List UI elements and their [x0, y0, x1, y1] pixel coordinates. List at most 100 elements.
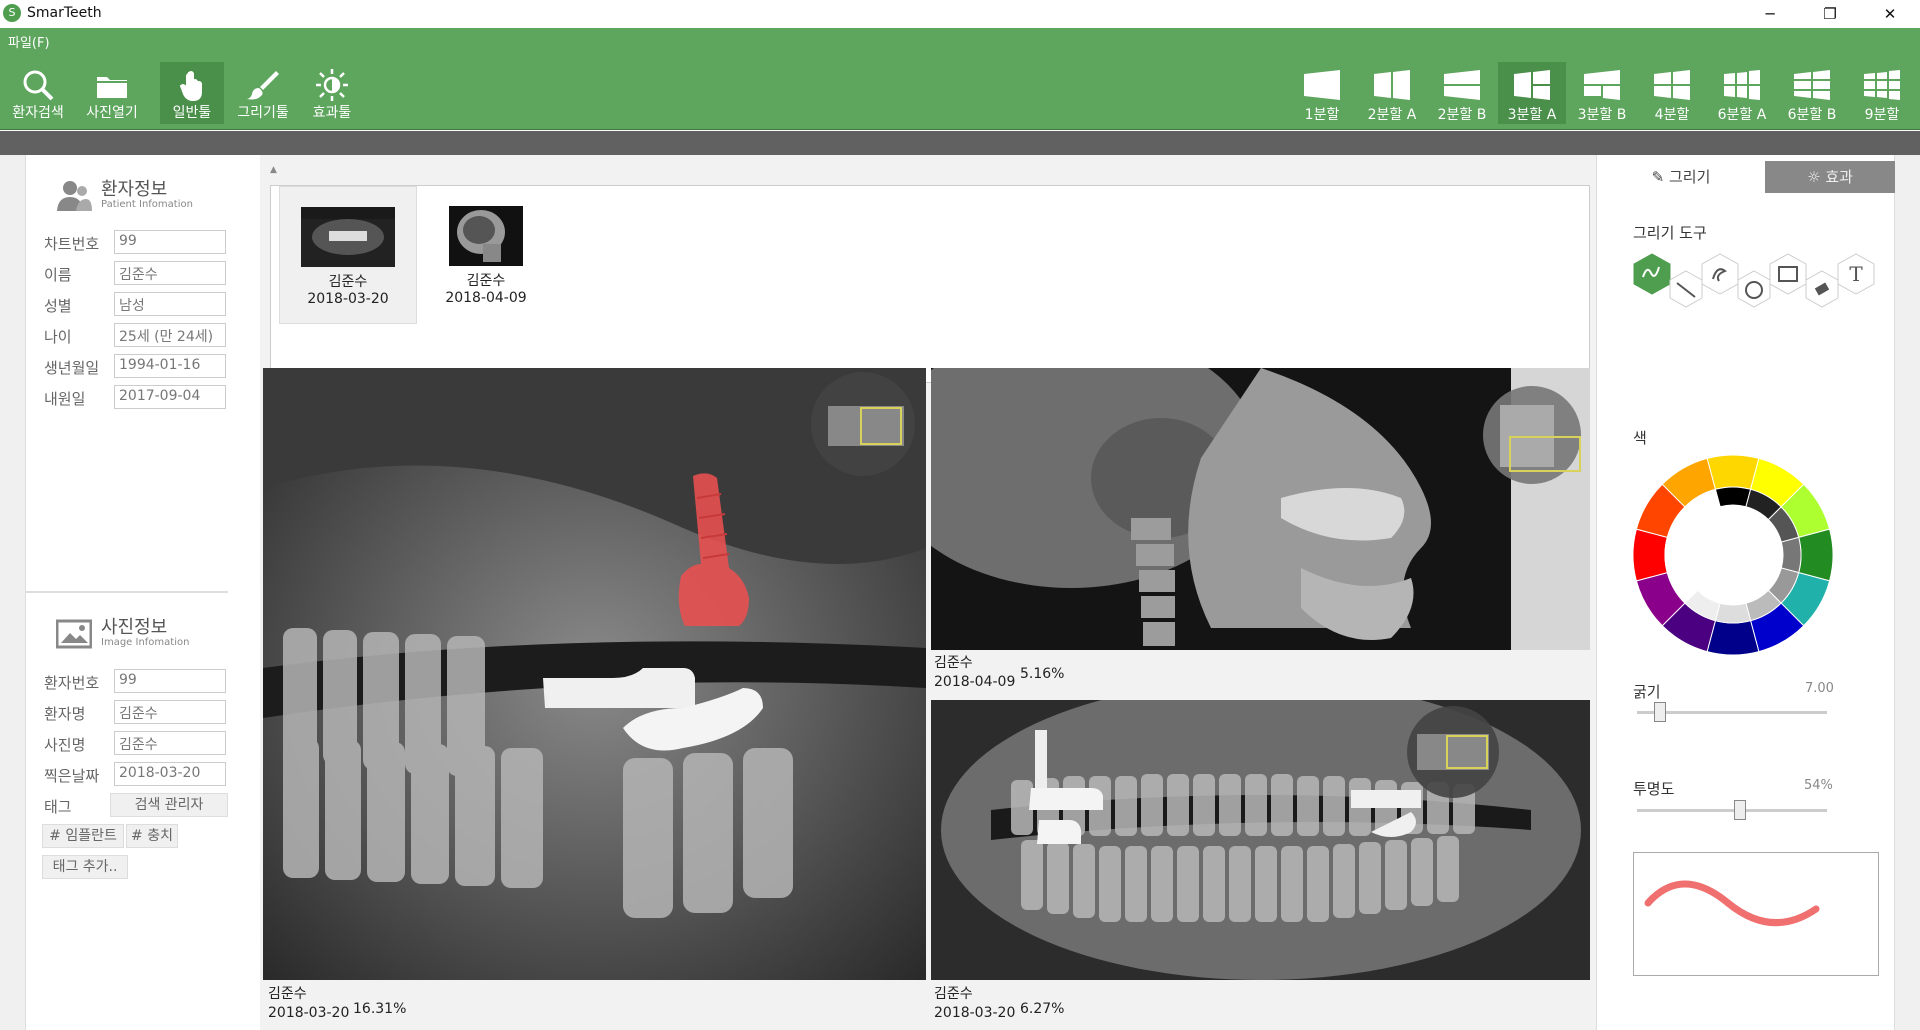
color-swatch[interactable] — [1633, 528, 1668, 582]
patient-number-row: 환자번호 99 — [44, 669, 244, 693]
thumbnail-item[interactable]: 김준수 2018-03-20 — [279, 186, 417, 324]
patient-info-header: 환자정보 Patient Infomation — [56, 175, 236, 219]
open-photo-button[interactable]: 사진열기 — [76, 62, 148, 124]
viewer-left-caption: 김준수 2018-03-20 — [268, 985, 349, 1023]
thumbnail-item[interactable]: 김준수 2018-04-09 — [417, 186, 555, 324]
tab-draw[interactable]: ✎ 그리기 — [1597, 161, 1765, 193]
open-photo-label: 사진열기 — [86, 105, 138, 121]
eraser-tool[interactable] — [1805, 270, 1839, 308]
tag-chip[interactable]: # 충치 — [126, 824, 178, 848]
rectangle-tool[interactable] — [1769, 253, 1807, 295]
tag-row: 태그 검색 관리자 — [44, 793, 244, 817]
image-info-header: 사진정보 Image Infomation — [56, 613, 236, 657]
patient-search-button[interactable]: 환자검색 — [4, 62, 72, 124]
birthdate-field[interactable]: 1994-01-16 — [114, 354, 226, 378]
age-row: 나이 25세 (만 24세) — [44, 323, 244, 347]
opacity-value: 54% — [1804, 778, 1833, 793]
split-9-button[interactable]: 9분할 — [1848, 62, 1916, 124]
age-label: 나이 — [44, 328, 72, 346]
image-viewer-bottom-right[interactable] — [931, 700, 1590, 980]
split-6a-button[interactable]: 6분할 A — [1708, 62, 1776, 124]
tag-manager-button[interactable]: 검색 관리자 — [110, 793, 228, 817]
color-swatch[interactable] — [1706, 620, 1760, 655]
photo-name-field[interactable]: 김준수 — [114, 731, 226, 755]
layout-2b-icon — [1444, 70, 1480, 100]
gray-swatch[interactable] — [1664, 536, 1686, 574]
split-6b-button[interactable]: 6분할 B — [1778, 62, 1846, 124]
app-logo-icon: S — [3, 4, 21, 22]
split-2b-button[interactable]: 2분할 B — [1428, 62, 1496, 124]
layout-6a-icon — [1724, 70, 1760, 100]
name-field[interactable]: 김준수 — [114, 261, 226, 285]
color-swatch[interactable] — [1706, 455, 1760, 490]
freehand-tool[interactable] — [1633, 253, 1671, 295]
menu-file[interactable]: 파일(F) — [8, 32, 50, 51]
split-3b-button[interactable]: 3분할 B — [1568, 62, 1636, 124]
tab-effect[interactable]: ☼ 효과 — [1765, 161, 1895, 193]
color-swatch[interactable] — [1798, 528, 1833, 582]
left-panel-pin-strip[interactable] — [0, 155, 26, 1030]
opacity-slider-thumb[interactable] — [1733, 800, 1746, 820]
split-1-label: 1분할 — [1304, 107, 1340, 123]
viewer-minimap-top-right[interactable] — [1482, 383, 1582, 487]
draw-tool-button[interactable]: 그리기툴 — [228, 62, 298, 124]
taken-date-field[interactable]: 2018-03-20 — [114, 762, 226, 786]
opacity-label: 투명도 — [1633, 780, 1675, 798]
text-tool[interactable]: T — [1837, 253, 1875, 295]
thickness-value: 7.00 — [1805, 681, 1834, 696]
split-3a-button[interactable]: 3분할 A — [1498, 62, 1566, 124]
gray-swatch[interactable] — [1780, 536, 1802, 574]
patient-info-subtitle: Patient Infomation — [101, 199, 193, 210]
image-info-subtitle: Image Infomation — [101, 637, 190, 648]
pin-icon[interactable]: ▲ — [270, 165, 277, 175]
workspace-header-bar — [0, 131, 1920, 155]
effect-tool-button[interactable]: 효과툴 — [302, 62, 362, 124]
split-2b-label: 2분할 B — [1437, 107, 1487, 123]
search-icon — [23, 70, 54, 101]
tab-effect-label: 효과 — [1825, 168, 1853, 186]
layout-3b-icon — [1584, 70, 1620, 100]
thumbnail-date: 2018-04-09 — [445, 290, 527, 306]
opacity-slider-track[interactable] — [1637, 809, 1827, 812]
effect-tool-label: 효과툴 — [312, 105, 352, 121]
minimize-button[interactable]: ─ — [1740, 0, 1800, 28]
restore-button[interactable]: ❐ — [1800, 0, 1860, 28]
chart-number-field[interactable]: 99 — [114, 230, 226, 254]
viewer-left-date: 2018-03-20 — [268, 1005, 350, 1021]
patient-name-field[interactable]: 김준수 — [114, 700, 226, 724]
color-wheel[interactable] — [1633, 455, 1833, 655]
viewer-top-right-caption: 김준수 2018-04-09 — [934, 654, 1015, 692]
tag-chip[interactable]: # 임플란트 — [42, 824, 124, 848]
layout-2a-icon — [1374, 70, 1410, 100]
line-tool[interactable] — [1669, 270, 1703, 308]
gender-field[interactable]: 남성 — [114, 292, 226, 316]
age-field[interactable]: 25세 (만 24세) — [114, 323, 226, 347]
brush-icon — [247, 71, 279, 100]
curve-tool[interactable] — [1701, 253, 1739, 295]
thumbnail-name: 김준수 — [466, 273, 506, 289]
right-scrollbar[interactable] — [1894, 155, 1920, 1030]
viewer-top-right-patient-name: 김준수 — [934, 655, 973, 671]
close-button[interactable]: ✕ — [1860, 0, 1920, 28]
app-title: SmarTeeth — [27, 5, 102, 21]
visit-date-field[interactable]: 2017-09-04 — [114, 385, 226, 409]
circle-tool[interactable] — [1737, 270, 1771, 308]
thickness-slider-thumb[interactable] — [1653, 702, 1666, 722]
image-viewer-top-right[interactable] — [931, 368, 1511, 650]
image-viewer-left[interactable] — [263, 368, 926, 980]
tag-label: 태그 — [44, 798, 72, 816]
stroke-preview — [1633, 852, 1879, 976]
split-1-button[interactable]: 1분할 — [1288, 62, 1356, 124]
split-2a-button[interactable]: 2분할 A — [1358, 62, 1426, 124]
patient-info-title: 환자정보 — [101, 179, 168, 200]
split-2a-label: 2분할 A — [1367, 107, 1417, 123]
add-tag-button[interactable]: 태그 추가.. — [42, 855, 128, 879]
split-4-button[interactable]: 4분할 — [1638, 62, 1706, 124]
general-tool-button[interactable]: 일반툴 — [160, 62, 224, 124]
layout-9-icon — [1864, 70, 1900, 100]
gray-swatch[interactable] — [1714, 602, 1752, 624]
gray-swatch[interactable] — [1714, 486, 1752, 508]
chart-number-label: 차트번호 — [44, 235, 100, 253]
patient-number-field[interactable]: 99 — [114, 669, 226, 693]
sun-icon — [316, 69, 348, 101]
